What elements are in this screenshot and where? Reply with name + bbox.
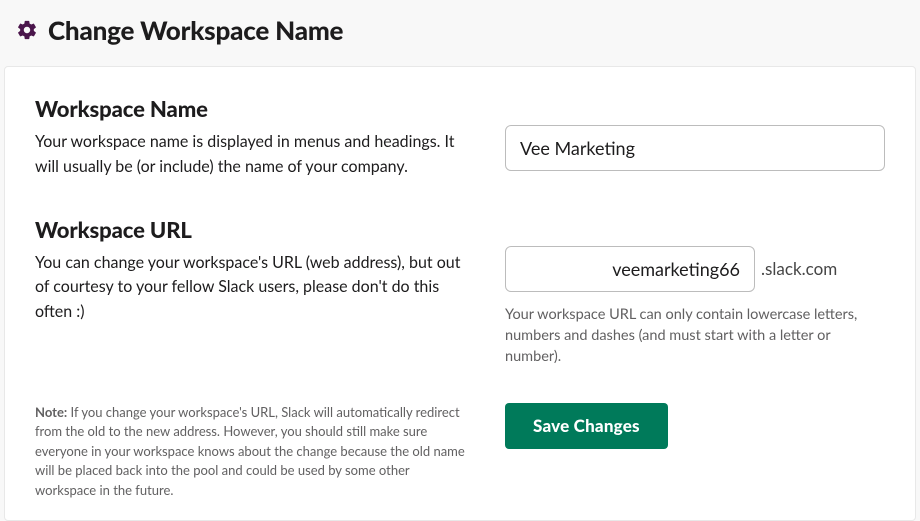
workspace-name-section: Workspace Name Your workspace name is di… [35, 95, 885, 180]
workspace-url-section: Workspace URL You can change your worksp… [35, 216, 885, 367]
workspace-url-suffix: .slack.com [761, 258, 837, 279]
workspace-url-heading: Workspace URL [35, 216, 465, 243]
workspace-url-description: You can change your workspace's URL (web… [35, 251, 465, 325]
page-header: Change Workspace Name [0, 0, 920, 66]
note-row: Note: If you change your workspace's URL… [35, 403, 885, 501]
workspace-name-description: Your workspace name is displayed in menu… [35, 130, 465, 180]
workspace-url-input[interactable] [505, 246, 755, 292]
workspace-url-row: .slack.com [505, 246, 885, 292]
workspace-url-right: .slack.com Your workspace URL can only c… [505, 216, 885, 367]
workspace-url-help: Your workspace URL can only contain lowe… [505, 304, 885, 367]
note-text: Note: If you change your workspace's URL… [35, 403, 465, 501]
save-changes-button[interactable]: Save Changes [505, 403, 668, 449]
note-body: If you change your workspace's URL, Slac… [35, 404, 465, 498]
workspace-name-left: Workspace Name Your workspace name is di… [35, 95, 465, 180]
gear-icon [16, 19, 38, 41]
workspace-url-left: Workspace URL You can change your worksp… [35, 216, 465, 367]
settings-panel: Workspace Name Your workspace name is di… [4, 66, 916, 521]
workspace-name-heading: Workspace Name [35, 95, 465, 122]
workspace-name-input[interactable] [505, 125, 885, 171]
actions-area: Save Changes [505, 403, 885, 449]
workspace-name-right [505, 95, 885, 180]
page-title: Change Workspace Name [48, 14, 343, 46]
note-label: Note: [35, 404, 67, 420]
